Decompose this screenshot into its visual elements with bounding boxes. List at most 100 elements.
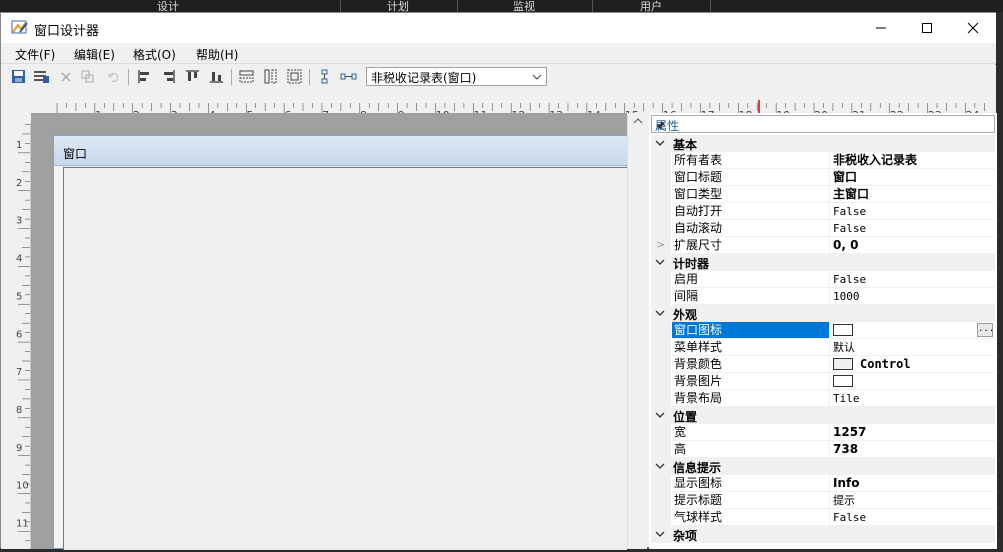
align-top-button[interactable]	[183, 68, 201, 85]
ellipsis-button[interactable]: ...	[977, 323, 994, 337]
menu-file[interactable]: 文件(F)	[15, 46, 55, 63]
property-gutter	[651, 390, 671, 407]
property-row[interactable]: 提示标题 提示	[651, 492, 995, 509]
property-value[interactable]: 主窗口	[829, 186, 995, 203]
same-width-button[interactable]	[237, 68, 255, 85]
property-category[interactable]: 计时器	[651, 254, 995, 271]
minimize-button[interactable]	[858, 13, 904, 43]
scroll-up-icon[interactable]	[628, 113, 648, 129]
property-value[interactable]: 1000	[829, 288, 995, 305]
same-height-icon	[264, 69, 276, 84]
menu-edit[interactable]: 编辑(E)	[74, 46, 115, 63]
save-all-button[interactable]	[32, 68, 50, 85]
object-selector-dropdown[interactable]: 非税收记录表(窗口)	[366, 67, 547, 86]
chevron-down-icon[interactable]	[655, 255, 665, 269]
pin-icon[interactable]: 🖈	[655, 117, 991, 136]
maximize-button[interactable]	[904, 13, 950, 43]
vertical-scrollbar[interactable]	[627, 113, 647, 549]
property-row[interactable]: 所有者表 非税收入记录表	[651, 152, 995, 169]
property-name: 间隔	[672, 288, 829, 305]
save-button[interactable]	[9, 68, 27, 85]
property-category[interactable]: 基本	[651, 135, 995, 152]
property-row[interactable]: 窗口标题 窗口	[651, 169, 995, 186]
property-row[interactable]: 背景图片	[651, 373, 995, 390]
chevron-down-icon[interactable]	[655, 408, 665, 422]
property-value[interactable]: 窗口	[829, 169, 995, 186]
menu-help[interactable]: 帮助(H)	[196, 46, 238, 63]
form-client-area[interactable]	[63, 167, 627, 550]
property-row[interactable]: 菜单样式 默认	[651, 339, 995, 356]
same-width-icon	[239, 70, 253, 83]
property-category[interactable]: 信息提示	[651, 458, 995, 475]
horizontal-spacing-button[interactable]	[339, 68, 357, 85]
property-category[interactable]: 杂项	[651, 526, 995, 543]
property-value[interactable]: 非税收入记录表	[829, 152, 995, 169]
menu-format[interactable]: 格式(O)	[133, 46, 176, 63]
property-row[interactable]: 窗口类型 主窗口	[651, 186, 995, 203]
property-name: 宽	[672, 424, 829, 441]
ruler-number: 7	[16, 367, 22, 378]
chevron-down-icon[interactable]	[655, 136, 665, 150]
property-row[interactable]: 气球样式 False	[651, 509, 995, 526]
property-row[interactable]: 自动打开 False	[651, 203, 995, 220]
property-value[interactable]: False	[829, 271, 995, 288]
undo-button[interactable]	[104, 68, 122, 85]
property-gutter	[651, 220, 671, 237]
design-surface[interactable]: 窗口	[31, 113, 627, 550]
toolbar-separator	[309, 69, 310, 85]
align-bottom-button[interactable]	[207, 68, 225, 85]
property-row[interactable]: 背景布局 Tile	[651, 390, 995, 407]
property-row[interactable]: 间隔 1000	[651, 288, 995, 305]
delete-button[interactable]	[57, 68, 75, 85]
vertical-spacing-button[interactable]	[315, 68, 333, 85]
ruler-number: 5	[16, 291, 22, 302]
same-height-button[interactable]	[261, 68, 279, 85]
property-value[interactable]: 默认	[829, 339, 995, 356]
property-value[interactable]: Control	[829, 356, 995, 373]
property-value-text: Control	[860, 357, 911, 371]
color-swatch	[833, 357, 853, 370]
property-value[interactable]: False	[829, 509, 995, 526]
property-category[interactable]: 位置	[651, 407, 995, 424]
delete-icon	[61, 71, 71, 82]
property-row[interactable]: 自动滚动 False	[651, 220, 995, 237]
close-button[interactable]	[950, 13, 996, 43]
property-category-label: 外观	[673, 308, 698, 322]
property-value[interactable]: False	[829, 220, 995, 237]
property-row[interactable]: 显示图标 Info	[651, 475, 995, 492]
chevron-down-icon[interactable]	[655, 306, 665, 320]
property-gutter	[651, 373, 671, 390]
property-value[interactable]: Tile	[829, 390, 995, 407]
property-row[interactable]: 启用 False	[651, 271, 995, 288]
property-row[interactable]: 高 738	[651, 441, 995, 458]
property-value[interactable]: Info	[829, 475, 995, 492]
form-caption-bar[interactable]: 窗口	[54, 136, 627, 166]
window-title: 窗口设计器	[34, 24, 100, 39]
align-left-button[interactable]	[135, 68, 153, 85]
property-category[interactable]: 外观	[651, 305, 995, 322]
vertical-ruler: 1 2 3 4 5 6 7 8 9 10 11	[1, 123, 31, 549]
copy-button[interactable]	[79, 68, 97, 85]
property-value[interactable]: 738	[829, 441, 995, 458]
property-row[interactable]: 宽 1257	[651, 424, 995, 441]
chevron-down-icon[interactable]	[655, 459, 665, 473]
property-value[interactable]: 0, 0	[829, 237, 995, 254]
background-edge	[996, 12, 1003, 548]
designed-form[interactable]: 窗口	[53, 135, 627, 550]
property-row[interactable]: 背景颜色 Control	[651, 356, 995, 373]
property-value[interactable]	[829, 373, 995, 390]
property-gutter	[651, 271, 671, 288]
property-value[interactable]: False	[829, 203, 995, 220]
divider	[340, 0, 341, 12]
property-row[interactable]: 窗口图标...	[651, 322, 995, 339]
align-right-button[interactable]	[159, 68, 177, 85]
property-panel-header: 属性 🖈	[651, 115, 995, 133]
property-value[interactable]: 1257	[829, 424, 995, 441]
chevron-down-icon[interactable]	[655, 527, 665, 541]
same-size-button[interactable]	[285, 68, 303, 85]
property-value[interactable]: ...	[829, 322, 995, 339]
chevron-right-icon[interactable]: >	[656, 238, 665, 251]
property-value[interactable]: 提示	[829, 492, 995, 509]
property-gutter	[651, 322, 671, 339]
property-row[interactable]: > 扩展尺寸 0, 0	[651, 237, 995, 254]
